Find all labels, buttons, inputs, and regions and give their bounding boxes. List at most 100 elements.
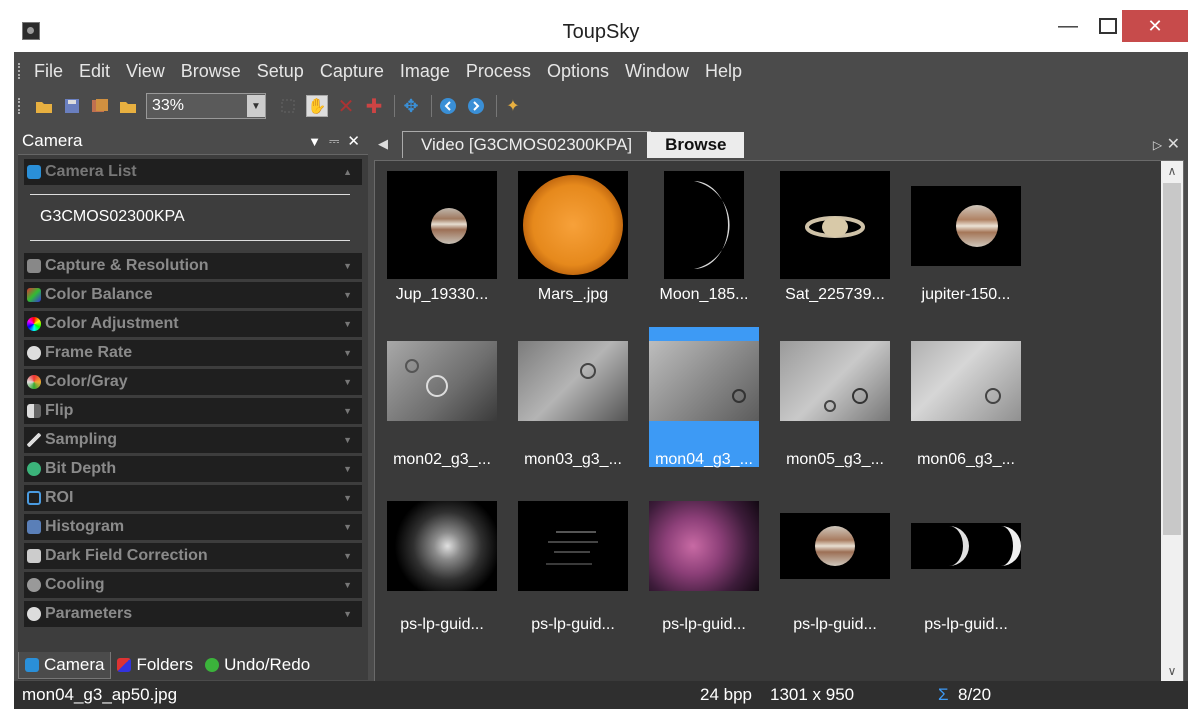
chevron-down-icon[interactable]: ▼ (247, 95, 265, 117)
histogram-icon (27, 520, 41, 534)
pin-icon[interactable]: ⎓ (329, 133, 339, 149)
bit-depth-icon (27, 462, 41, 476)
tab-browse[interactable]: Browse (647, 132, 745, 158)
crosshair-icon[interactable]: ✚ (364, 96, 384, 118)
title-bar: ToupSky — ✕ (14, 10, 1188, 52)
tab-close-icon[interactable]: ✕ (1167, 136, 1180, 153)
thumbnail-image (387, 341, 497, 421)
menu-window[interactable]: Window (617, 61, 697, 82)
section-cooling[interactable]: Cooling ▼ (24, 572, 362, 598)
menu-browse[interactable]: Browse (173, 61, 249, 82)
thumbnail-item[interactable]: mon02_g3_... (387, 336, 497, 476)
vertical-scrollbar[interactable]: ∧ ∨ (1161, 161, 1183, 681)
section-camera-list[interactable]: Camera List ▲ (24, 159, 362, 185)
divider (30, 194, 350, 195)
tab-folders[interactable]: Folders (111, 652, 199, 678)
section-frame-rate[interactable]: Frame Rate ▼ (24, 340, 362, 366)
section-capture-resolution[interactable]: Capture & Resolution ▼ (24, 253, 362, 279)
toolbar: 33% ▼ ✋ ✕ ✚ ✥ ✦ (14, 90, 1188, 122)
thumbnail-label: ps-lp-guid... (662, 616, 746, 633)
section-parameters[interactable]: Parameters ▼ (24, 601, 362, 627)
thumbnail-label: ps-lp-guid... (793, 616, 877, 633)
section-flip[interactable]: Flip ▼ (24, 398, 362, 424)
browse-folder-icon[interactable] (118, 96, 138, 116)
thumbnail-item[interactable]: jupiter-150... (911, 171, 1021, 311)
scrollbar-thumb[interactable] (1163, 183, 1181, 535)
sampling-icon (27, 433, 41, 447)
delete-icon[interactable]: ✕ (336, 96, 356, 118)
maximize-icon (1099, 18, 1117, 34)
thumbnail-item[interactable]: mon06_g3_... (911, 336, 1021, 476)
thumbnail-item[interactable]: Moon_185... (649, 171, 759, 311)
menu-help[interactable]: Help (697, 61, 750, 82)
next-icon[interactable] (466, 96, 486, 116)
thumbnail-image (649, 501, 759, 591)
thumbnail-item[interactable]: ps-lp-guid... (649, 501, 759, 641)
tab-undo-redo[interactable]: Undo/Redo (199, 652, 316, 678)
zoom-value: 33% (152, 97, 185, 114)
thumbnail-item[interactable]: Mars_.jpg (518, 171, 628, 311)
menu-setup[interactable]: Setup (249, 61, 312, 82)
menu-image[interactable]: Image (392, 61, 458, 82)
thumbnail-image (387, 171, 497, 279)
menu-options[interactable]: Options (539, 61, 617, 82)
section-roi[interactable]: ROI ▼ (24, 485, 362, 511)
camera-list-item[interactable]: G3CMOS02300KPA (40, 208, 185, 226)
thumbnail-image (911, 341, 1021, 421)
menu-edit[interactable]: Edit (71, 61, 118, 82)
thumbnail-item-selected[interactable]: mon04_g3_... (649, 327, 759, 468)
camera-panel: Camera ▼ ⎓ ✕ Camera List ▲ G3CMOS02300KP… (18, 128, 368, 675)
effects-icon[interactable]: ✦ (503, 96, 523, 116)
batch-save-icon[interactable] (90, 96, 110, 116)
section-sampling[interactable]: Sampling ▼ (24, 427, 362, 453)
scroll-down-icon[interactable]: ∨ (1161, 661, 1183, 681)
document-tabs: ◀ Video [G3CMOS02300KPA] Browse ▷ ✕ (372, 130, 1186, 158)
section-color-balance[interactable]: Color Balance ▼ (24, 282, 362, 308)
panel-close-icon[interactable]: ✕ (347, 132, 360, 150)
thumbnail-item[interactable]: Jup_19330... (387, 171, 497, 311)
zoom-select[interactable]: 33% ▼ (146, 93, 266, 119)
tab-scroll-left-icon[interactable]: ◀ (378, 136, 388, 152)
menu-process[interactable]: Process (458, 61, 539, 82)
thumbnail-image (911, 523, 1021, 569)
thumbnail-item[interactable]: ps-lp-guid... (780, 501, 890, 641)
menu-view[interactable]: View (118, 61, 173, 82)
scroll-up-icon[interactable]: ∧ (1161, 161, 1183, 181)
thumbnail-image (518, 341, 628, 421)
section-histogram[interactable]: Histogram ▼ (24, 514, 362, 540)
menu-file[interactable]: File (26, 61, 71, 82)
fit-icon[interactable]: ✥ (401, 96, 421, 116)
thumbnail-item[interactable]: ps-lp-guid... (387, 501, 497, 641)
dark-field-icon (27, 549, 41, 563)
status-filename: mon04_g3_ap50.jpg (22, 685, 178, 704)
tab-controls: ▷ ✕ (1153, 134, 1180, 154)
save-icon[interactable] (62, 96, 82, 116)
thumbnail-item[interactable]: Sat_225739... (780, 171, 890, 311)
chevron-down-icon: ▼ (343, 348, 352, 358)
tab-scroll-right-icon[interactable]: ▷ (1153, 138, 1162, 152)
section-dark-field-correction[interactable]: Dark Field Correction ▼ (24, 543, 362, 569)
close-button[interactable]: ✕ (1122, 10, 1188, 42)
dropdown-icon[interactable]: ▼ (308, 134, 321, 149)
previous-icon[interactable] (438, 96, 458, 116)
color-gray-icon (27, 375, 41, 389)
section-bit-depth[interactable]: Bit Depth ▼ (24, 456, 362, 482)
panel-tabs: Camera Folders Undo/Redo (18, 652, 368, 680)
thumbnail-item[interactable]: mon05_g3_... (780, 336, 890, 476)
thumbnail-item[interactable]: mon03_g3_... (518, 336, 628, 476)
tab-camera[interactable]: Camera (18, 652, 112, 679)
open-folder-icon[interactable] (34, 96, 54, 116)
toolbar-grip (18, 98, 26, 114)
section-color-gray[interactable]: Color/Gray ▼ (24, 369, 362, 395)
hand-icon[interactable]: ✋ (306, 95, 328, 117)
select-icon[interactable] (278, 96, 298, 116)
minimize-button[interactable]: — (1048, 10, 1088, 42)
thumbnail-item[interactable]: ps-lp-guid... (518, 501, 628, 641)
tab-video[interactable]: Video [G3CMOS02300KPA] (402, 131, 652, 158)
chevron-down-icon: ▼ (343, 290, 352, 300)
section-color-adjustment[interactable]: Color Adjustment ▼ (24, 311, 362, 337)
thumbnail-item[interactable]: ps-lp-guid... (911, 501, 1021, 641)
thumbnail-label: Sat_225739... (785, 286, 885, 303)
menu-capture[interactable]: Capture (312, 61, 392, 82)
thumbnail-label: ps-lp-guid... (400, 616, 484, 633)
